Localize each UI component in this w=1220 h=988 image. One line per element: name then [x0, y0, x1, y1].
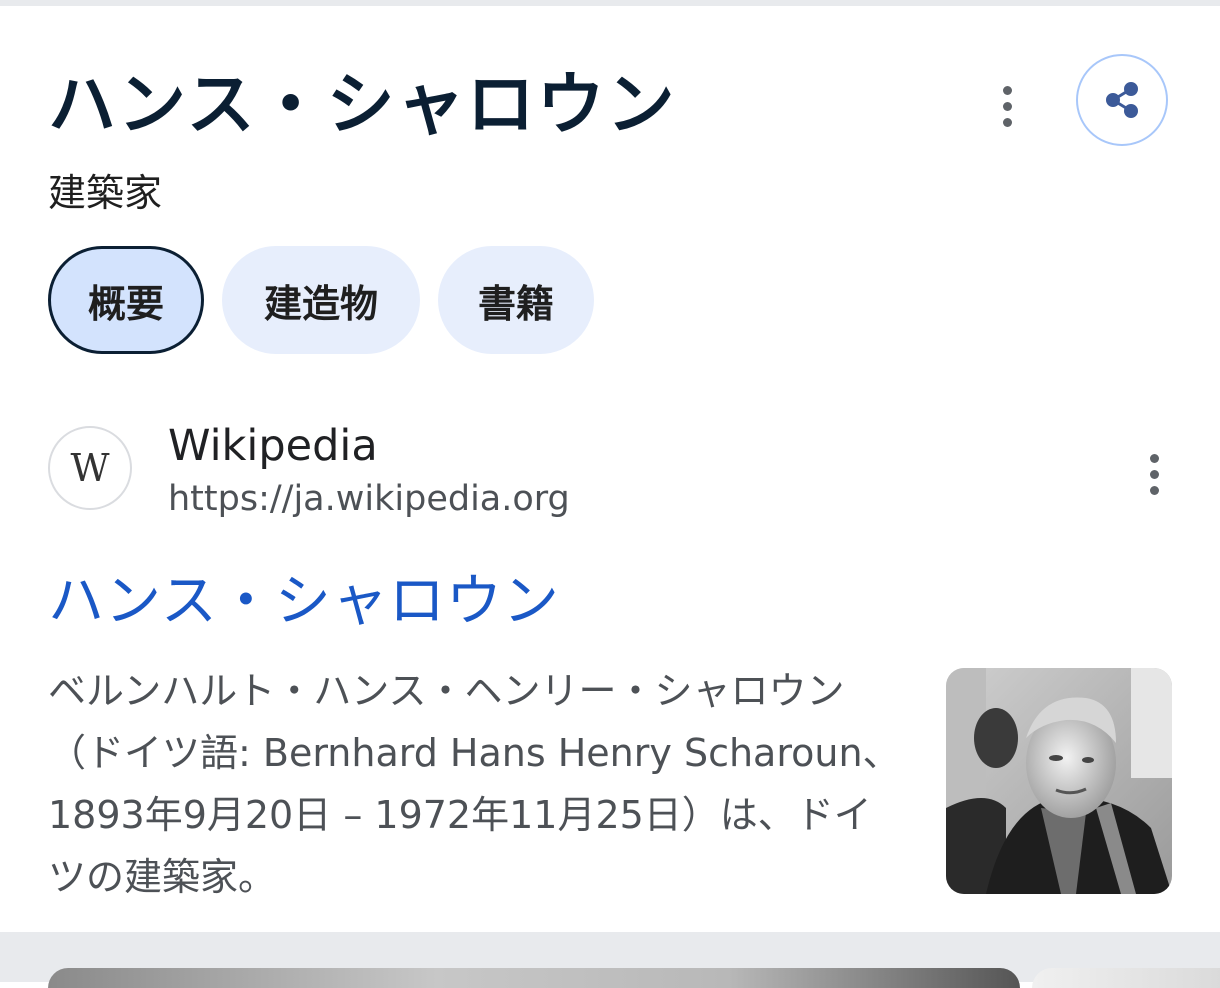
more-vert-icon [1002, 85, 1012, 95]
share-button[interactable] [1076, 54, 1168, 146]
result-snippet: ベルンハルト・ハンス・ヘンリー・シャロウン（ドイツ語: Bernhard Han… [48, 669, 901, 899]
result-title-link[interactable]: ハンス・シャロウン [48, 566, 560, 638]
tab-buildings[interactable]: 建造物 [222, 246, 420, 354]
share-icon [1106, 82, 1138, 118]
header-more-button[interactable] [983, 70, 1031, 142]
source-name[interactable]: Wikipedia [168, 418, 378, 474]
image-carousel-item[interactable] [1032, 968, 1220, 988]
page-title: ハンス・シャロウン [48, 66, 677, 145]
portrait-thumbnail[interactable] [946, 668, 1172, 894]
source-url[interactable]: https://ja.wikipedia.org [168, 476, 570, 522]
portrait-photo-image [946, 668, 1172, 894]
tab-books[interactable]: 書籍 [438, 246, 594, 354]
top-divider [0, 0, 1220, 6]
tab-overview[interactable]: 概要 [48, 246, 204, 354]
result-more-button[interactable] [1130, 438, 1178, 510]
tab-bar: 概要 建造物 書籍 [48, 246, 594, 354]
more-vert-icon [1149, 453, 1159, 463]
wikipedia-logo-icon: W [48, 426, 132, 510]
entity-subtitle: 建築家 [48, 171, 163, 215]
image-carousel-item[interactable] [48, 968, 1020, 988]
